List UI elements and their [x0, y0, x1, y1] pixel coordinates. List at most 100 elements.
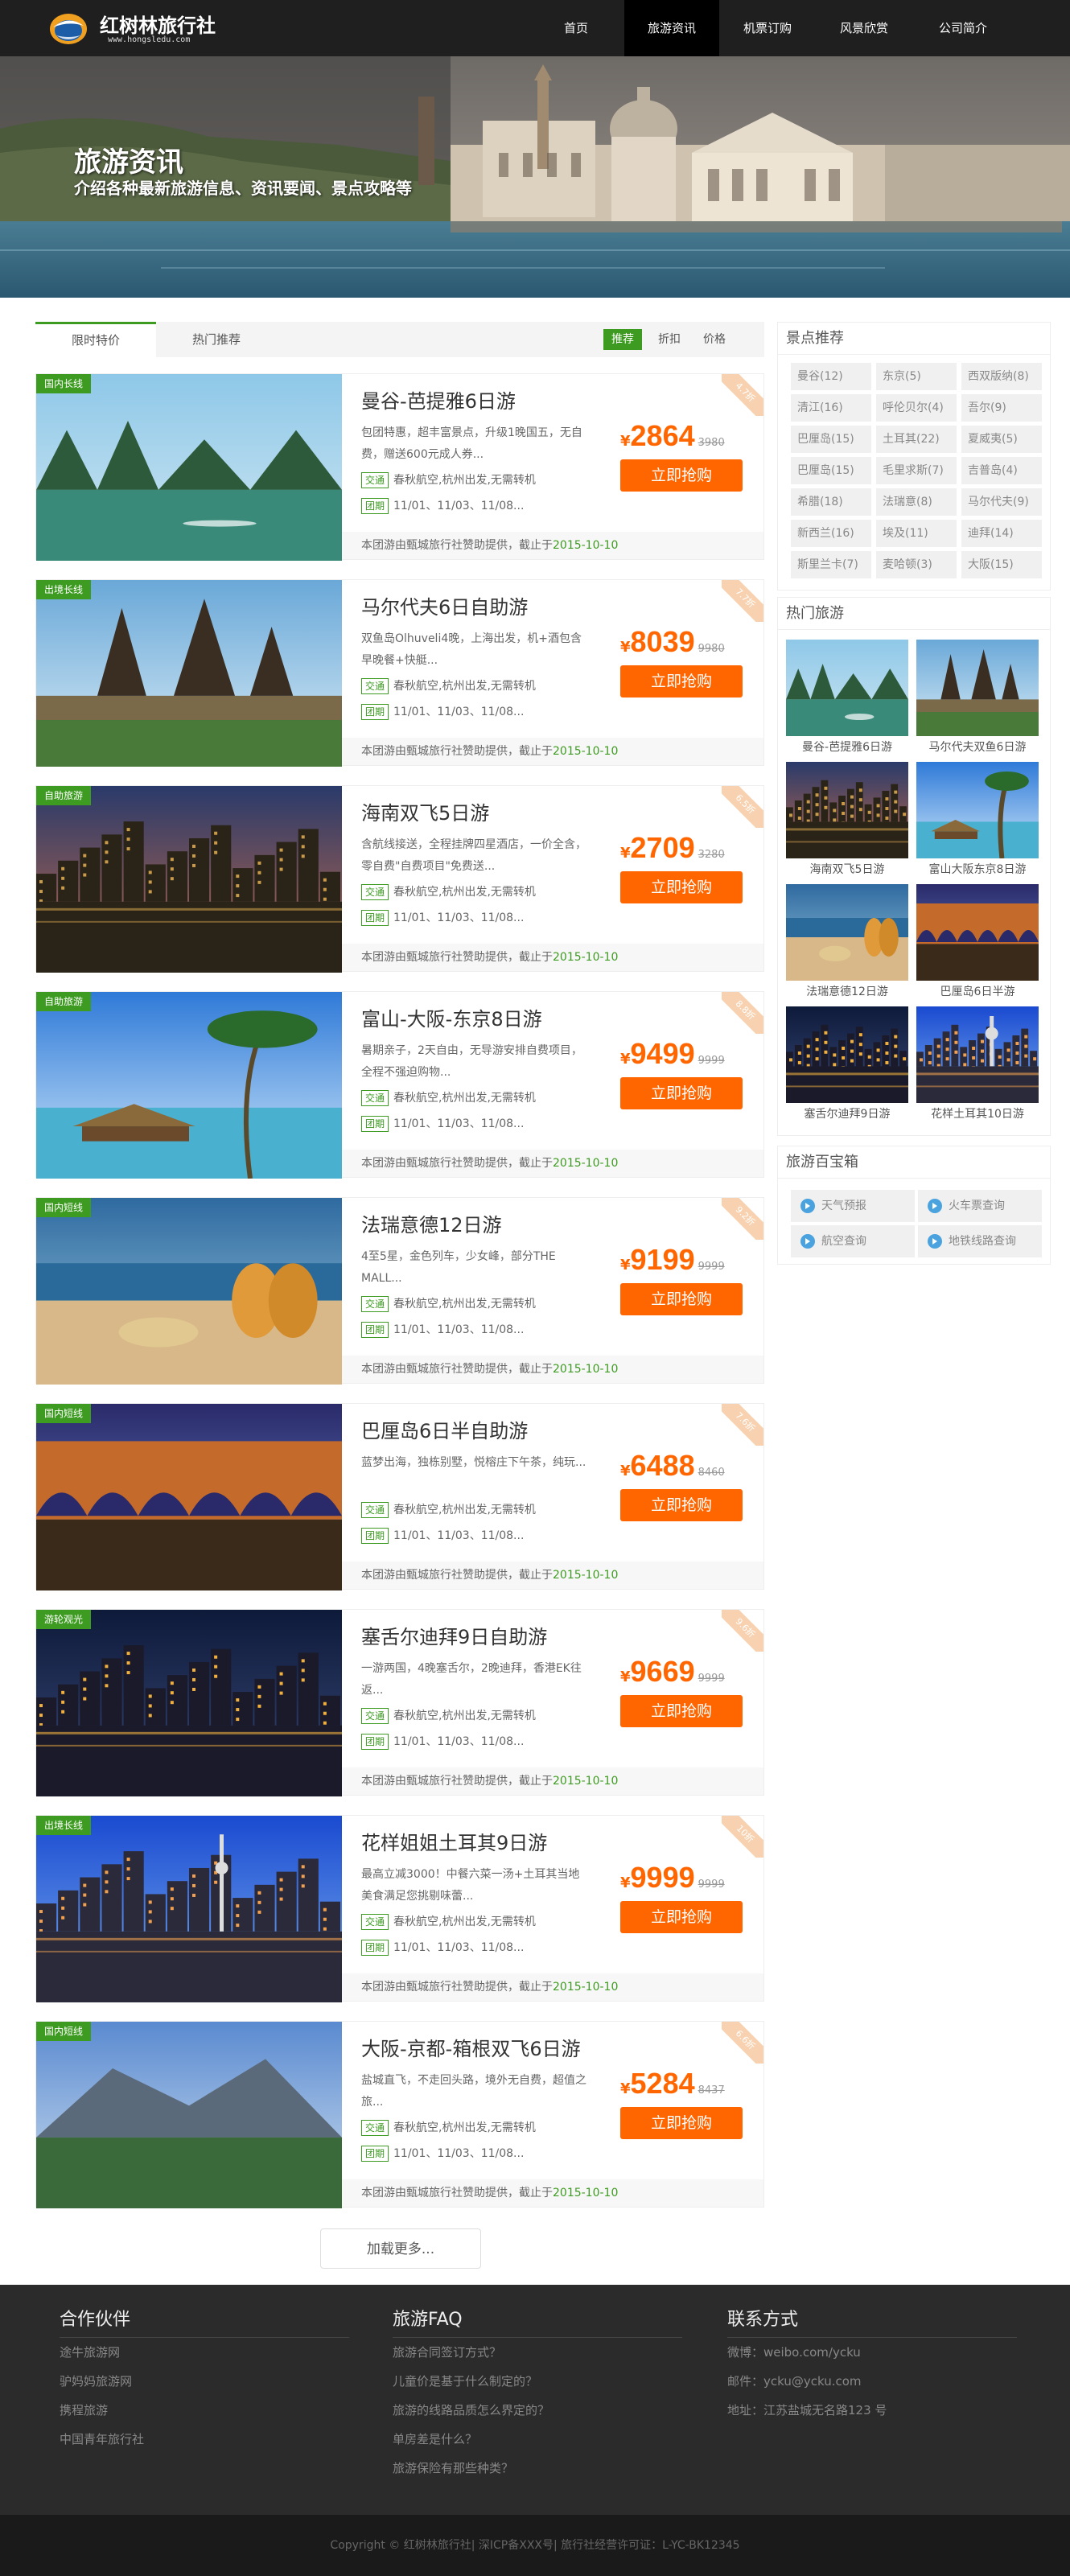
product-title[interactable]: 巴厘岛6日半自助游: [361, 1415, 528, 1443]
hot-tour-caption[interactable]: 海南双飞5日游: [786, 858, 908, 881]
hot-tour-image[interactable]: [786, 762, 908, 858]
site-logo[interactable]: 红树林旅行社 www.hongsledu.com: [48, 6, 257, 50]
hot-tour-item[interactable]: 曼谷-芭提雅6日游: [786, 640, 908, 759]
spot-tag[interactable]: 新西兰(16): [791, 520, 871, 547]
product-image[interactable]: [36, 1404, 342, 1590]
faq-link[interactable]: 旅游保险有那些种类？: [393, 2454, 682, 2483]
spot-tag[interactable]: 曼谷(12): [791, 363, 871, 390]
partner-link[interactable]: 途牛旅游网: [60, 2338, 349, 2367]
tool-metro-lines[interactable]: 地铁线路查询: [918, 1225, 1042, 1257]
spot-tag[interactable]: 呼伦贝尔(4): [876, 394, 957, 422]
spot-tag[interactable]: 毛里求斯(7): [876, 457, 957, 484]
nav-flight-booking[interactable]: 机票订购: [719, 0, 816, 56]
buy-now-button[interactable]: 立即抢购: [620, 1901, 743, 1933]
buy-now-button[interactable]: 立即抢购: [620, 665, 743, 697]
partner-link[interactable]: 携程旅游: [60, 2396, 349, 2425]
nav-about[interactable]: 公司简介: [912, 0, 1014, 56]
spot-tag[interactable]: 法瑞意(8): [876, 488, 957, 516]
product-title[interactable]: 塞舌尔迪拜9日自助游: [361, 1621, 547, 1649]
spot-tag[interactable]: 清江(16): [791, 394, 871, 422]
spot-tag[interactable]: 土耳其(22): [876, 426, 957, 453]
faq-link[interactable]: 单房差是什么？: [393, 2425, 682, 2454]
hot-tour-image[interactable]: [916, 884, 1039, 981]
buy-now-button[interactable]: 立即抢购: [620, 871, 743, 903]
product-traffic: 交通 春秋航空,杭州出发,无需转机: [361, 471, 536, 490]
hot-tour-image[interactable]: [786, 640, 908, 736]
buy-now-button[interactable]: 立即抢购: [620, 2107, 743, 2139]
current-price: 5284: [630, 2067, 695, 2100]
nav-travel-news[interactable]: 旅游资讯: [624, 0, 719, 56]
hot-tour-item[interactable]: 法瑞意德12日游: [786, 884, 908, 1003]
product-image[interactable]: [36, 2022, 342, 2208]
hot-tour-image[interactable]: [916, 1006, 1039, 1103]
spot-tag[interactable]: 吾尔(9): [961, 394, 1042, 422]
spot-tag[interactable]: 埃及(11): [876, 520, 957, 547]
tool-flight-query[interactable]: 航空查询: [791, 1225, 915, 1257]
product-title[interactable]: 大阪-京都-箱根双飞6日游: [361, 2033, 581, 2061]
product-title[interactable]: 花样姐姐土耳其9日游: [361, 1827, 547, 1855]
spot-tag[interactable]: 吉普岛(4): [961, 457, 1042, 484]
buy-now-button[interactable]: 立即抢购: [620, 1489, 743, 1521]
product-image[interactable]: [36, 992, 342, 1179]
hot-tour-caption[interactable]: 富山大阪东京8日游: [916, 858, 1039, 881]
tool-weather[interactable]: 天气预报: [791, 1190, 915, 1222]
hot-tour-item[interactable]: 巴厘岛6日半游: [916, 884, 1039, 1003]
spot-tag[interactable]: 希腊(18): [791, 488, 871, 516]
faq-link[interactable]: 儿童价是基于什么制定的？: [393, 2367, 682, 2396]
buy-now-button[interactable]: 立即抢购: [620, 1283, 743, 1315]
spot-tag[interactable]: 巴厘岛(15): [791, 457, 871, 484]
tool-train-tickets[interactable]: 火车票查询: [918, 1190, 1042, 1222]
product-image[interactable]: [36, 1610, 342, 1796]
hot-tour-caption[interactable]: 巴厘岛6日半游: [916, 981, 1039, 1003]
nav-home[interactable]: 首页: [528, 0, 624, 56]
spot-tag[interactable]: 巴厘岛(15): [791, 426, 871, 453]
sort-price[interactable]: 价格: [695, 329, 734, 350]
spot-tag[interactable]: 西双版纳(8): [961, 363, 1042, 390]
hot-tour-item[interactable]: 花样土耳其10日游: [916, 1006, 1039, 1125]
tour-tag: 团期: [361, 1528, 389, 1544]
product-title[interactable]: 法瑞意德12日游: [361, 1209, 502, 1237]
hot-tour-item[interactable]: 海南双飞5日游: [786, 762, 908, 881]
product-title[interactable]: 马尔代夫6日自助游: [361, 591, 528, 619]
partner-link[interactable]: 驴妈妈旅游网: [60, 2367, 349, 2396]
spot-tag[interactable]: 马尔代夫(9): [961, 488, 1042, 516]
product-title[interactable]: 富山-大阪-东京8日游: [361, 1003, 542, 1031]
spot-tag[interactable]: 麦哈顿(3): [876, 551, 957, 578]
hot-tour-caption[interactable]: 马尔代夫双鱼6日游: [916, 736, 1039, 759]
sort-recommend[interactable]: 推荐: [603, 329, 642, 350]
partner-link[interactable]: 中国青年旅行社: [60, 2425, 349, 2454]
hot-tour-caption[interactable]: 法瑞意德12日游: [786, 981, 908, 1003]
product-title[interactable]: 曼谷-芭提雅6日游: [361, 385, 516, 414]
tab-limited-offer[interactable]: 限时特价: [35, 322, 156, 357]
product-image[interactable]: [36, 786, 342, 973]
product-image[interactable]: [36, 580, 342, 767]
product-title[interactable]: 海南双飞5日游: [361, 797, 489, 825]
product-image[interactable]: [36, 1198, 342, 1385]
nav-scenery[interactable]: 风景欣赏: [816, 0, 912, 56]
spot-tag[interactable]: 夏威夷(5): [961, 426, 1042, 453]
buy-now-button[interactable]: 立即抢购: [620, 459, 743, 492]
hot-tour-image[interactable]: [786, 1006, 908, 1103]
spot-tag[interactable]: 迪拜(14): [961, 520, 1042, 547]
sort-discount[interactable]: 折扣: [653, 329, 685, 350]
hot-tour-caption[interactable]: 花样土耳其10日游: [916, 1103, 1039, 1125]
hot-tour-caption[interactable]: 塞舌尔迪拜9日游: [786, 1103, 908, 1125]
buy-now-button[interactable]: 立即抢购: [620, 1077, 743, 1109]
spot-tag[interactable]: 斯里兰卡(7): [791, 551, 871, 578]
spot-tag[interactable]: 东京(5): [876, 363, 957, 390]
hot-tour-item[interactable]: 富山大阪东京8日游: [916, 762, 1039, 881]
spot-tag[interactable]: 大阪(15): [961, 551, 1042, 578]
hot-tour-image[interactable]: [786, 884, 908, 981]
hot-tour-item[interactable]: 马尔代夫双鱼6日游: [916, 640, 1039, 759]
faq-link[interactable]: 旅游合同签订方式？: [393, 2338, 682, 2367]
buy-now-button[interactable]: 立即抢购: [620, 1695, 743, 1727]
hot-tour-item[interactable]: 塞舌尔迪拜9日游: [786, 1006, 908, 1125]
hot-tour-caption[interactable]: 曼谷-芭提雅6日游: [786, 736, 908, 759]
hot-tour-image[interactable]: [916, 762, 1039, 858]
faq-link[interactable]: 旅游的线路品质怎么界定的？: [393, 2396, 682, 2425]
hot-tour-image[interactable]: [916, 640, 1039, 736]
tab-hot-recommend[interactable]: 热门推荐: [156, 322, 277, 357]
product-image[interactable]: [36, 374, 342, 561]
load-more-button[interactable]: 加载更多...: [320, 2228, 481, 2269]
product-image[interactable]: [36, 1816, 342, 2002]
